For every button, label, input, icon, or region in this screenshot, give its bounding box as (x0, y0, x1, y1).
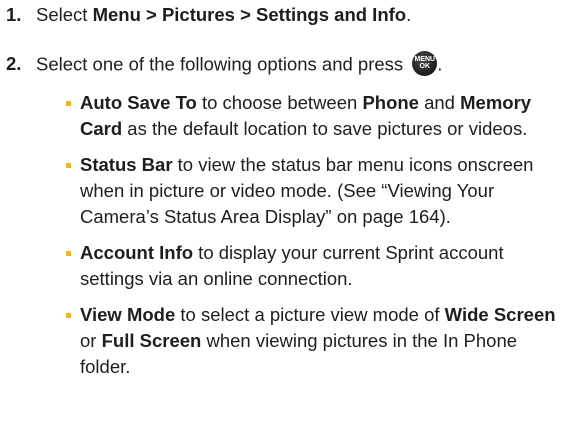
square-bullet-icon (66, 251, 71, 256)
option-text: to choose between (196, 92, 363, 113)
option-text: to select a picture view mode of (175, 304, 445, 325)
step-1: 1. Select Menu > Pictures > Settings and … (6, 4, 411, 26)
key-label-bottom: OK (419, 63, 431, 70)
manual-page: 1. Select Menu > Pictures > Settings and … (0, 0, 580, 435)
menu-path: Menu > Pictures > Settings and Info (92, 4, 407, 25)
option-choice-phone: Phone (362, 92, 419, 113)
step-text: Select one of the following options and … (36, 53, 404, 75)
option-choice-wide-screen: Wide Screen (444, 304, 556, 325)
key-label-top: MENU (414, 56, 436, 63)
step-text-end: . (406, 4, 412, 25)
step-text: Select (36, 4, 93, 25)
option-text: or (80, 330, 102, 351)
option-choice-full-screen: Full Screen (101, 330, 202, 351)
step-2: 2. Select one of the following options an… (6, 51, 443, 78)
options-list: Auto Save To to choose between Phone and… (66, 90, 570, 390)
menu-ok-key-icon: MENU OK (412, 51, 438, 76)
option-status-bar: Status Bar to view the status bar menu i… (66, 152, 570, 230)
square-bullet-icon (66, 101, 71, 106)
option-view-mode: View Mode to select a picture view mode … (66, 302, 570, 380)
option-title: View Mode (80, 304, 176, 325)
option-auto-save-to: Auto Save To to choose between Phone and… (66, 90, 570, 142)
square-bullet-icon (66, 163, 71, 168)
step-number: 1. (6, 4, 22, 25)
option-title: Status Bar (80, 154, 173, 175)
square-bullet-icon (66, 313, 71, 318)
option-text: and (418, 92, 461, 113)
option-title: Account Info (80, 242, 194, 263)
option-title: Auto Save To (80, 92, 197, 113)
step-number: 2. (6, 53, 22, 75)
option-account-info: Account Info to display your current Spr… (66, 240, 570, 292)
option-text: as the default location to save pictures… (122, 118, 528, 139)
step-text-end: . (437, 53, 443, 75)
